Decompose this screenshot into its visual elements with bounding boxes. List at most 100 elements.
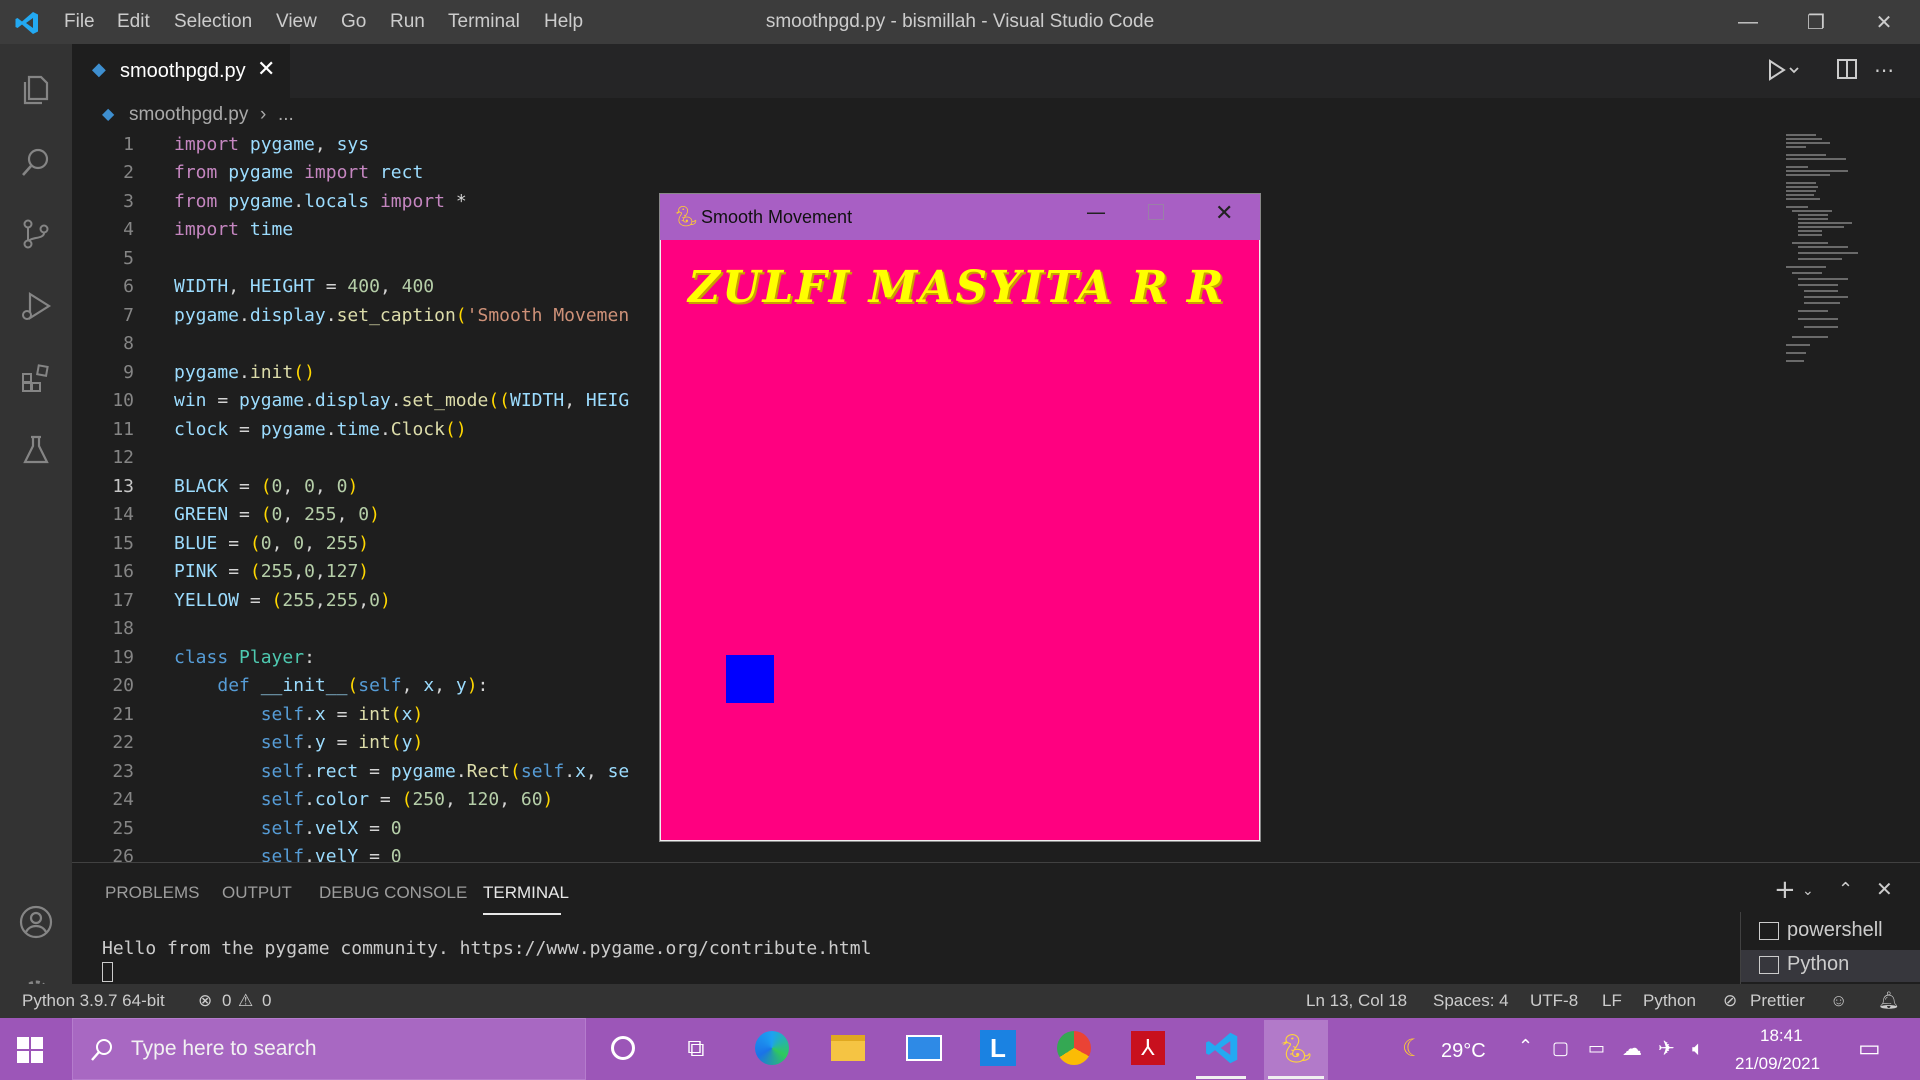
line-number: 4 — [123, 219, 134, 240]
minimize-icon: — — [1738, 10, 1758, 33]
weather-temperature[interactable]: 29°C — [1441, 1040, 1486, 1063]
accounts-button[interactable] — [0, 886, 72, 958]
tab-debug-console[interactable]: DEBUG CONSOLE — [319, 883, 467, 903]
cortana-button[interactable] — [603, 1028, 643, 1068]
taskbar-edge[interactable] — [752, 1028, 792, 1068]
taskbar-acrobat[interactable]: ⅄ — [1128, 1028, 1168, 1068]
status-spaces[interactable]: Spaces: 4 — [1433, 991, 1509, 1011]
activity-bar — [0, 44, 72, 1018]
explorer-button[interactable] — [0, 54, 72, 126]
show-hidden-icons-chevron-icon[interactable]: ⌃ — [1518, 1036, 1533, 1057]
terminal-output[interactable]: Hello from the pygame community. https:/… — [102, 938, 871, 959]
code-line: pygame.init() — [174, 362, 315, 383]
clock-time[interactable]: 18:41 — [1760, 1026, 1803, 1046]
notifications-bell-icon[interactable]: 🔔︎ — [1878, 991, 1900, 1011]
status-language[interactable]: Python — [1643, 991, 1696, 1011]
taskbar-chrome[interactable] — [1054, 1028, 1094, 1068]
start-button[interactable] — [16, 1036, 44, 1068]
line-number: 18 — [112, 618, 134, 639]
chevron-right-icon: › — [260, 104, 267, 125]
line-number: 12 — [112, 447, 134, 468]
run-file-button[interactable] — [1766, 58, 1802, 86]
run-debug-button[interactable] — [0, 270, 72, 342]
testing-button[interactable] — [0, 414, 72, 486]
taskbar-app-l[interactable]: L — [978, 1028, 1018, 1068]
pygame-close-icon[interactable]: ✕ — [1215, 201, 1233, 226]
volume-icon[interactable]: 🔈︎ — [1692, 1036, 1704, 1060]
pygame-canvas[interactable] — [661, 240, 1259, 840]
line-number-current: 13 — [112, 476, 134, 497]
terminal-item-powershell[interactable]: powershell — [1787, 919, 1883, 942]
feedback-icon[interactable]: ☺ — [1830, 991, 1847, 1011]
line-number: 1 — [123, 134, 134, 155]
weather-moon-icon[interactable]: ☾ — [1402, 1034, 1424, 1062]
tab-smoothpgd[interactable]: ◆ smoothpgd.py ✕ — [72, 44, 290, 98]
pygame-heading-text: ZULFI MASYITA R R — [688, 262, 1226, 313]
minimap[interactable] — [1782, 132, 1902, 862]
minimize-button[interactable]: — — [1714, 0, 1782, 44]
status-position[interactable]: Ln 13, Col 18 — [1306, 991, 1407, 1011]
breadcrumb-rest[interactable]: ... — [278, 104, 294, 126]
task-view-icon: ⧉ — [687, 1034, 705, 1062]
python-app-icon: 🐍︎ — [1278, 1032, 1314, 1065]
close-icon: ✕ — [1875, 11, 1893, 34]
line-number: 8 — [123, 333, 134, 354]
bottom-panel: PROBLEMS OUTPUT DEBUG CONSOLE TERMINAL +… — [72, 862, 1920, 984]
line-number: 25 — [112, 818, 134, 839]
new-terminal-icon[interactable]: + — [1774, 875, 1796, 905]
code-line: self.velY = 0 — [260, 846, 402, 862]
prettier-check-icon: ⊘ — [1723, 991, 1738, 1010]
source-control-button[interactable] — [0, 198, 72, 270]
airplane-mode-icon[interactable]: ✈ — [1658, 1036, 1675, 1060]
status-errors[interactable]: 0 — [222, 991, 231, 1011]
search-icon — [22, 148, 49, 176]
status-formatter[interactable]: Prettier — [1750, 991, 1805, 1011]
extensions-button[interactable] — [0, 342, 72, 414]
taskbar-file-explorer[interactable] — [828, 1028, 868, 1068]
status-interpreter[interactable]: Python 3.9.7 64-bit — [22, 991, 165, 1011]
split-editor-button[interactable] — [1836, 58, 1858, 84]
close-panel-icon[interactable]: ✕ — [1876, 877, 1893, 901]
status-warnings[interactable]: 0 — [262, 991, 271, 1011]
close-tab-icon[interactable]: ✕ — [257, 57, 275, 82]
tab-output[interactable]: OUTPUT — [222, 883, 292, 903]
tab-problems[interactable]: PROBLEMS — [105, 883, 199, 903]
tab-terminal[interactable]: TERMINAL — [483, 883, 569, 903]
task-view-button[interactable]: ⧉ — [676, 1028, 716, 1068]
line-number: 19 — [112, 647, 134, 668]
terminal-item-python[interactable]: Python — [1787, 953, 1849, 976]
code-line: import pygame, sys — [174, 134, 370, 155]
player-square — [726, 655, 774, 703]
source-control-icon — [23, 219, 49, 249]
code-line: from pygame.locals import * — [174, 191, 467, 212]
battery-icon[interactable]: ▭ — [1588, 1038, 1605, 1059]
mail-icon — [906, 1035, 942, 1061]
taskbar-mail[interactable] — [904, 1028, 944, 1068]
split-editor-icon — [1837, 59, 1857, 79]
account-icon — [19, 905, 53, 939]
action-center-icon[interactable]: ▭ — [1858, 1034, 1881, 1062]
line-number: 21 — [112, 704, 134, 725]
line-number: 6 — [123, 276, 134, 297]
line-number: 7 — [123, 305, 134, 326]
chevron-down-icon[interactable]: ⌄ — [1802, 883, 1814, 899]
taskbar-search-box[interactable]: Type here to search — [72, 1018, 586, 1080]
vscode-running-indicator — [1196, 1076, 1246, 1079]
breadcrumb-file[interactable]: smoothpgd.py — [129, 104, 248, 126]
status-encoding[interactable]: UTF-8 — [1530, 991, 1578, 1011]
clock-date[interactable]: 21/09/2021 — [1735, 1054, 1820, 1074]
restore-button[interactable]: ❐ — [1782, 0, 1850, 44]
code-line: self.x = int(x) — [260, 704, 424, 725]
meet-now-icon[interactable]: ▢ — [1552, 1038, 1569, 1059]
taskbar-python-active[interactable]: 🐍︎ — [1264, 1020, 1328, 1080]
search-button[interactable] — [0, 126, 72, 198]
status-eol[interactable]: LF — [1602, 991, 1622, 1011]
onedrive-cloud-icon[interactable]: ☁ — [1622, 1036, 1642, 1060]
close-window-button[interactable]: ✕ — [1850, 0, 1918, 44]
more-actions-icon[interactable]: ⋯ — [1874, 58, 1894, 82]
error-icon: ⊗ — [198, 991, 213, 1010]
maximize-panel-icon[interactable]: ⌃ — [1838, 879, 1853, 900]
pygame-minimize-icon[interactable]: — — [1086, 200, 1106, 224]
line-number: 3 — [123, 191, 134, 212]
taskbar-vscode[interactable] — [1202, 1028, 1242, 1068]
